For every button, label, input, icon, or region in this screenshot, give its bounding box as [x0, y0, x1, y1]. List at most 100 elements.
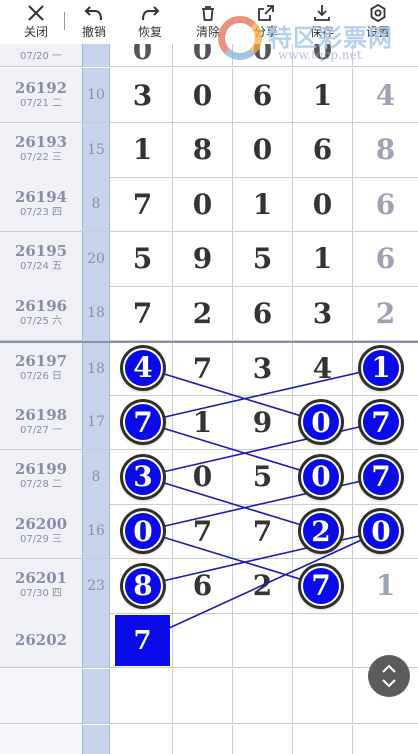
marked-number[interactable]: 3 [123, 456, 163, 497]
last-digit-cell[interactable]: 6 [353, 232, 418, 286]
digit-cell[interactable]: 0 [233, 122, 293, 177]
digit-cell[interactable]: 6 [173, 558, 233, 613]
toolbar-divider [64, 12, 65, 30]
digit-cell[interactable]: 3 [233, 342, 293, 395]
draw-row: 26193 07/22 三 15 1 8 0 6 8 [0, 122, 418, 178]
digit-cell[interactable] [293, 669, 353, 723]
last-digit-cell[interactable]: 8 [353, 123, 418, 177]
digit-cell[interactable]: 5 [233, 449, 293, 504]
undo-icon [84, 6, 102, 21]
sum-value: 17 [82, 395, 110, 449]
sum-cell [82, 669, 110, 723]
marked-number[interactable]: 7 [301, 565, 341, 606]
issue-cell: 26196 07/25 六 [0, 286, 82, 340]
sum-value: 15 [82, 122, 110, 177]
draw-row: 2619807/27 一1771907 [0, 395, 418, 450]
prediction-marker[interactable]: 7 [115, 615, 170, 666]
digit-cell[interactable]: 0 [173, 68, 233, 122]
digit-cell[interactable]: 1 [293, 231, 353, 286]
digit-cell[interactable]: 1 [113, 122, 173, 177]
issue-number: 26197 [14, 352, 68, 370]
digit-cell[interactable]: 0 [293, 177, 353, 231]
marked-number[interactable]: 4 [123, 347, 163, 388]
sum-value: 18 [82, 342, 110, 395]
marked-number[interactable]: 0 [361, 511, 401, 551]
up-down-chevron-icon [382, 664, 396, 688]
digit-cell[interactable] [113, 669, 173, 723]
digit-cell[interactable] [233, 669, 293, 723]
trash-icon [202, 6, 214, 21]
marked-number[interactable]: 7 [123, 402, 163, 442]
digit-cell[interactable]: 9 [173, 231, 233, 286]
undo-button[interactable]: 撤销 [66, 2, 122, 44]
last-digit-cell[interactable] [353, 725, 418, 754]
digit-cell[interactable]: 8 [173, 122, 233, 177]
digit-cell[interactable] [173, 725, 233, 754]
issue-number: 26196 [14, 296, 68, 315]
digit-cell[interactable] [293, 725, 353, 754]
digit-cell[interactable]: 4 [293, 342, 353, 395]
sum-value: 8 [82, 449, 110, 504]
sum-value: 23 [82, 558, 110, 613]
draw-row: 26194 07/23 四870106 [0, 177, 418, 232]
digit-cell[interactable]: 3 [293, 286, 353, 340]
digit-cell[interactable]: 9 [233, 395, 293, 449]
digit-cell[interactable] [233, 613, 293, 667]
draw-row: 2619907/28 二830507 [0, 449, 418, 505]
sum-value: 10 [82, 68, 110, 122]
digit-cell[interactable]: 2 [173, 286, 233, 340]
close-icon [28, 5, 44, 21]
digit-cell[interactable]: 1 [293, 68, 353, 122]
close-button[interactable]: 关闭 [8, 2, 64, 44]
digit-cell[interactable]: 7 [233, 504, 293, 558]
sum-value: 20 [82, 231, 110, 286]
digit-cell[interactable]: 7 [173, 342, 233, 395]
issue-cell: 26199 07/28 二 [0, 449, 82, 504]
marked-number[interactable]: 7 [361, 456, 401, 497]
digit-cell[interactable] [173, 669, 233, 723]
scroll-toggle-button[interactable] [368, 655, 410, 697]
digit-cell[interactable]: 6 [293, 122, 353, 177]
digit-cell[interactable] [173, 613, 233, 667]
issue-cell: 26195 07/24 五 [0, 231, 82, 286]
issue-number: 26195 [14, 242, 68, 260]
digit-cell[interactable]: 5 [233, 231, 293, 286]
digit-cell[interactable]: 1 [173, 395, 233, 449]
issue-date: 07/21 二 [20, 97, 62, 109]
digit-cell[interactable]: 0 [173, 449, 233, 504]
digit-cell[interactable]: 7 [113, 177, 173, 231]
digit-cell[interactable] [293, 613, 353, 667]
issue-cell [0, 725, 82, 754]
last-digit-cell[interactable]: 4 [353, 68, 418, 122]
issue-number: 26192 [14, 78, 68, 97]
sum-value: 8 [82, 177, 110, 231]
marked-number[interactable]: 2 [301, 511, 341, 551]
issue-number: 26201 [14, 569, 68, 587]
digit-cell[interactable]: 7 [173, 504, 233, 558]
issue-number: 26200 [14, 514, 68, 533]
marked-number[interactable]: 0 [123, 511, 163, 551]
digit-cell[interactable]: 3 [113, 68, 173, 122]
digit-cell[interactable]: 0 [173, 177, 233, 231]
redo-button[interactable]: 恢复 [122, 2, 178, 44]
digit-cell[interactable]: 1 [233, 177, 293, 231]
digit-cell[interactable] [233, 725, 293, 754]
digit-cell[interactable]: 2 [233, 558, 293, 613]
last-digit-cell[interactable]: 2 [353, 286, 418, 340]
watermark-logo-icon [218, 16, 262, 60]
marked-number[interactable]: 7 [361, 402, 401, 442]
issue-number: 26202 [14, 630, 68, 649]
last-digit-cell[interactable]: 6 [353, 177, 418, 231]
draw-row: 26196 07/25 六 18 7 2 6 3 2 [0, 286, 418, 341]
marked-number[interactable]: 0 [301, 456, 341, 497]
digit-cell[interactable]: 5 [113, 231, 173, 286]
digit-cell[interactable]: 7 [113, 286, 173, 340]
marked-number[interactable]: 0 [301, 402, 341, 442]
digit-cell[interactable]: 6 [233, 286, 293, 340]
marked-number[interactable]: 1 [361, 347, 401, 388]
digit-cell[interactable] [113, 725, 173, 754]
digit-cell[interactable]: 6 [233, 68, 293, 122]
redo-label: 恢复 [137, 25, 162, 39]
marked-number[interactable]: 8 [123, 565, 163, 606]
last-digit-cell[interactable]: 1 [353, 559, 418, 613]
